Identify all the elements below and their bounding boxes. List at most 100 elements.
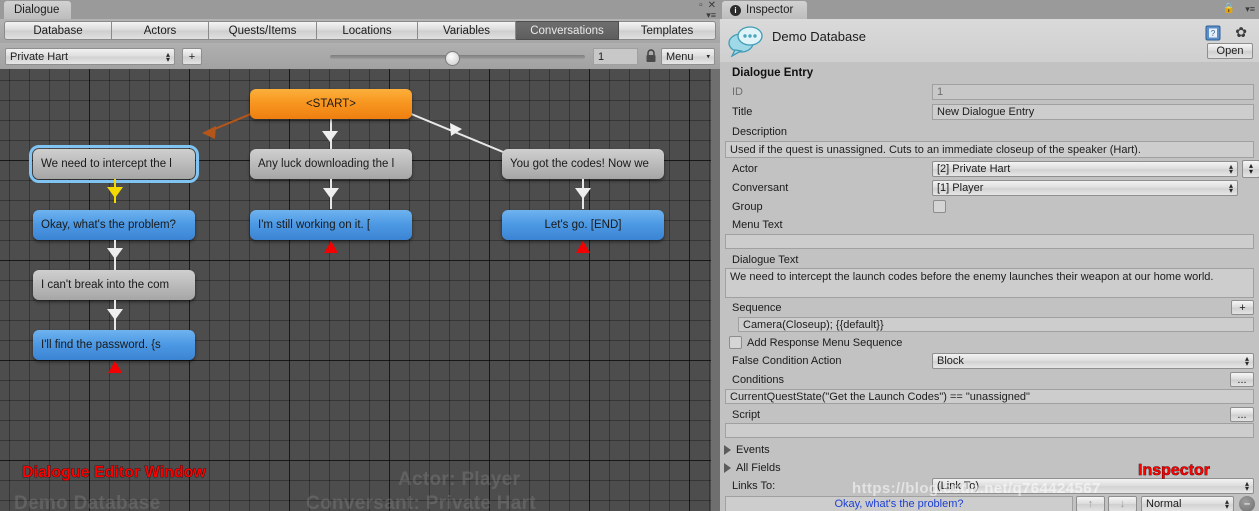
- sequence-add-button[interactable]: +: [1231, 300, 1254, 315]
- node-i-cant-break-into[interactable]: I can't break into the com: [33, 270, 195, 300]
- dialogue-editor-window: Dialogue ▫ ✕ ▾≡ Database Actors Quests/I…: [0, 0, 720, 511]
- conversation-select[interactable]: Private Hart ▴ ▾: [5, 48, 175, 65]
- node-we-need-to-intercept[interactable]: We need to intercept the l: [29, 145, 199, 183]
- link-remove-button[interactable]: –: [1239, 496, 1255, 511]
- sequence-label: Sequence: [732, 302, 782, 314]
- book-icon[interactable]: ?: [1205, 25, 1221, 41]
- menu-text-label: Menu Text: [732, 219, 783, 231]
- conversation-canvas[interactable]: Demo Database Actor: Player Conversant: …: [0, 69, 711, 511]
- script-more-label: ...: [1237, 408, 1247, 421]
- node-label: Okay, what's the problem?: [41, 219, 176, 231]
- node-link-arrow-red: [324, 241, 338, 253]
- conversation-toolbar: Private Hart ▴ ▾ + 1 Menu ▾: [0, 43, 720, 70]
- false-condition-dropdown[interactable]: Block ▴ ▾: [932, 353, 1254, 369]
- link-move-down-button[interactable]: ↓: [1108, 496, 1137, 511]
- zoom-value-field[interactable]: 1: [593, 48, 638, 65]
- tab-locations[interactable]: Locations: [317, 21, 418, 40]
- node-label: You got the codes! Now we: [510, 158, 649, 170]
- conditions-input[interactable]: CurrentQuestState("Get the Launch Codes"…: [725, 389, 1254, 404]
- link-move-up-button[interactable]: ↑: [1076, 496, 1105, 511]
- sequence-input[interactable]: Camera(Closeup); {{default}}: [738, 317, 1254, 332]
- chevron-right-icon[interactable]: [724, 445, 731, 455]
- node-label: We need to intercept the l: [41, 158, 172, 170]
- all-fields-label: All Fields: [736, 462, 781, 474]
- node-okay-whats-the-problem[interactable]: Okay, what's the problem?: [33, 210, 195, 240]
- link-entry-button[interactable]: Okay, what's the problem?: [725, 496, 1073, 511]
- swap-actor-conversant-button[interactable]: ▴ ▾: [1242, 160, 1259, 178]
- tab-variables[interactable]: Variables: [418, 21, 516, 40]
- menu-dropdown[interactable]: Menu ▾: [661, 48, 715, 65]
- row-title: Title New Dialogue Entry: [720, 104, 1259, 121]
- script-label: Script: [732, 409, 761, 421]
- dialogue-text-input[interactable]: We need to intercept the launch codes be…: [725, 268, 1254, 298]
- add-conversation-button[interactable]: +: [182, 48, 202, 65]
- conditions-more-button[interactable]: ...: [1230, 372, 1254, 387]
- node-im-still-working[interactable]: I'm still working on it. [: [250, 210, 412, 240]
- inspector-lock-icon[interactable]: 🔒: [1223, 3, 1235, 14]
- open-button-label: Open: [1216, 45, 1244, 57]
- node-link-arrow-red: [576, 241, 590, 253]
- row-events[interactable]: Events: [720, 442, 1259, 459]
- window-tab-strip: Dialogue ▫ ✕ ▾≡: [0, 0, 720, 20]
- row-group: Group: [720, 199, 1259, 216]
- row-dialogue-text-label: Dialogue Text: [720, 252, 1259, 269]
- zoom-value: 1: [598, 50, 605, 63]
- link-priority-dropdown[interactable]: Normal ▴ ▾: [1141, 496, 1234, 511]
- actor-dropdown[interactable]: [2] Private Hart ▴ ▾: [932, 161, 1238, 177]
- row-sequence: Sequence +: [720, 300, 1259, 317]
- group-checkbox[interactable]: [933, 200, 946, 213]
- node-any-luck-downloading[interactable]: Any luck downloading the l: [250, 149, 412, 179]
- script-more-button[interactable]: ...: [1230, 407, 1254, 422]
- maximize-icon[interactable]: ▫: [699, 1, 703, 11]
- zoom-slider-knob[interactable]: [445, 51, 460, 66]
- node-start[interactable]: <START>: [250, 89, 412, 119]
- title-input[interactable]: New Dialogue Entry: [932, 104, 1254, 120]
- inspector-body: Dialogue Entry ID 1 Title New Dialogue E…: [720, 62, 1259, 511]
- node-lets-go-end[interactable]: Let's go. [END]: [502, 210, 664, 240]
- link-entry-label: Okay, what's the problem?: [834, 498, 964, 510]
- row-actor: Actor [2] Private Hart ▴ ▾ ▴ ▾: [720, 160, 1259, 178]
- inspector-tab[interactable]: i Inspector: [722, 1, 808, 19]
- row-conversant: Conversant [1] Player ▴ ▾: [720, 180, 1259, 197]
- lock-icon[interactable]: [645, 48, 657, 63]
- tab-database[interactable]: Database: [4, 21, 112, 40]
- actor-value: [2] Private Hart: [937, 163, 1011, 175]
- connector-arrow-down: [322, 131, 338, 142]
- ghost-database-label: Demo Database: [14, 493, 161, 511]
- menu-text-input[interactable]: [725, 234, 1254, 249]
- window-tab-dialogue[interactable]: Dialogue: [4, 1, 72, 19]
- arrow-down-icon: ↓: [1119, 498, 1126, 510]
- sequence-add-label: +: [1239, 301, 1246, 314]
- open-button[interactable]: Open: [1207, 43, 1253, 59]
- node-you-got-the-codes[interactable]: You got the codes! Now we: [502, 149, 664, 179]
- actor-label: Actor: [732, 163, 758, 175]
- add-conversation-label: +: [188, 50, 196, 63]
- updown-icon: ▴ ▾: [1228, 162, 1233, 176]
- script-input[interactable]: [725, 423, 1254, 438]
- row-id: ID 1: [720, 84, 1259, 101]
- conversant-dropdown[interactable]: [1] Player ▴ ▾: [932, 180, 1238, 196]
- updown-icon: ▴ ▾: [1228, 181, 1233, 195]
- inspector-menu-icon[interactable]: ▾≡: [1245, 4, 1255, 15]
- updown-icon: ▴ ▾: [1224, 497, 1229, 511]
- chevron-right-icon[interactable]: [724, 463, 731, 473]
- tab-actors[interactable]: Actors: [112, 21, 209, 40]
- inspector-panel: i Inspector 🔒 ▾≡ Demo Database ? ✿ Open: [720, 0, 1259, 511]
- tab-quests-items[interactable]: Quests/Items: [209, 21, 317, 40]
- id-label: ID: [732, 86, 743, 98]
- description-input[interactable]: Used if the quest is unassigned. Cuts to…: [725, 141, 1254, 158]
- canvas-vertical-scrollbar[interactable]: [711, 69, 720, 511]
- tab-label: Variables: [442, 24, 491, 37]
- minus-icon: –: [1243, 498, 1251, 510]
- node-label: Let's go. [END]: [544, 219, 622, 231]
- node-ill-find-the-password[interactable]: I'll find the password. {s: [33, 330, 195, 360]
- group-label: Group: [732, 201, 763, 213]
- row-false-condition-action: False Condition Action Block ▴ ▾: [720, 353, 1259, 370]
- dialogue-text-label: Dialogue Text: [732, 254, 799, 266]
- false-condition-label: False Condition Action: [732, 355, 842, 367]
- tab-conversations[interactable]: Conversations: [516, 21, 619, 40]
- gear-icon[interactable]: ✿: [1235, 25, 1247, 39]
- node-link-arrow-red: [108, 361, 122, 373]
- tab-templates[interactable]: Templates: [619, 21, 716, 40]
- add-response-menu-checkbox[interactable]: [729, 336, 742, 349]
